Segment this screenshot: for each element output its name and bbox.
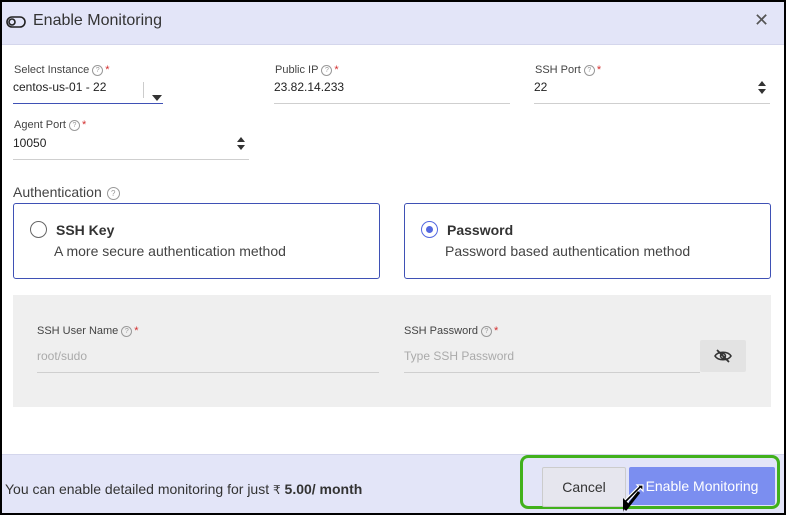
dialog-title: Enable Monitoring [33, 12, 162, 29]
help-icon[interactable]: ? [68, 120, 80, 131]
ssh-port-input[interactable]: 22 [534, 80, 547, 94]
radio-unselected-icon[interactable] [30, 221, 47, 238]
ssh-port-label: SSH Port? * [535, 64, 602, 76]
credentials-panel [13, 295, 771, 407]
number-stepper-icon[interactable] [757, 81, 767, 95]
enable-monitoring-button[interactable]: Enable Monitoring [629, 467, 775, 505]
help-icon[interactable]: ? [480, 326, 492, 337]
required-mark: * [81, 119, 87, 131]
required-mark: * [105, 64, 110, 76]
select-instance-label: Select Instance? * [14, 64, 110, 76]
password-option[interactable]: Password Password based authentication m… [404, 203, 771, 279]
agent-port-input[interactable]: 10050 [13, 136, 46, 150]
dialog-header: Enable Monitoring ✕ [2, 2, 784, 45]
select-instance-underline [13, 103, 163, 104]
authentication-title: Authentication? [13, 184, 120, 200]
enable-monitoring-dialog: Enable Monitoring ✕ Select Instance? * ce… [0, 0, 786, 515]
toggle-password-visibility-button[interactable] [700, 340, 746, 372]
eye-off-icon [714, 349, 732, 368]
required-mark: * [134, 325, 139, 337]
agent-port-label: Agent Port? * [14, 119, 87, 131]
ssh-user-input[interactable]: root/sudo [37, 349, 87, 363]
toggle-icon [6, 15, 26, 33]
agent-port-underline [13, 159, 249, 160]
ssh-password-label: SSH Password? * [404, 325, 499, 337]
public-ip-underline [274, 103, 510, 104]
cancel-button[interactable]: Cancel [542, 467, 626, 507]
required-mark: * [334, 64, 339, 76]
help-icon[interactable]: ? [321, 65, 333, 76]
public-ip-input[interactable]: 23.82.14.233 [274, 80, 344, 94]
radio-selected-icon[interactable] [421, 221, 438, 238]
mouse-pointer-icon [621, 484, 645, 513]
ssh-user-label: SSH User Name? * [37, 325, 139, 337]
required-mark: * [493, 325, 499, 337]
close-icon[interactable]: ✕ [754, 10, 769, 31]
ssh-port-underline [534, 103, 770, 104]
help-icon[interactable]: ? [583, 65, 595, 76]
ssh-password-input[interactable]: Type SSH Password [404, 349, 514, 363]
help-icon[interactable]: ? [106, 187, 120, 200]
ssh-key-title: SSH Key [56, 222, 115, 238]
pricing-note: You can enable detailed monitoring for j… [5, 481, 363, 497]
ssh-key-description: A more secure authentication method [54, 243, 286, 259]
password-description: Password based authentication method [445, 243, 691, 259]
ssh-user-underline [37, 372, 379, 373]
number-stepper-icon[interactable] [236, 137, 246, 151]
currency-symbol: ₹ [273, 483, 281, 497]
public-ip-label: Public IP? * [275, 64, 339, 76]
ssh-password-underline [404, 372, 700, 373]
required-mark: * [596, 64, 602, 76]
password-title: Password [447, 222, 514, 238]
select-instance-value[interactable]: centos-us-01 - 22 [13, 80, 106, 94]
price-value: 5.00/ month [284, 481, 363, 497]
help-icon[interactable]: ? [92, 65, 104, 76]
help-icon[interactable]: ? [121, 326, 133, 337]
ssh-key-option[interactable]: SSH Key A more secure authentication met… [13, 203, 380, 279]
select-divider [143, 82, 144, 98]
